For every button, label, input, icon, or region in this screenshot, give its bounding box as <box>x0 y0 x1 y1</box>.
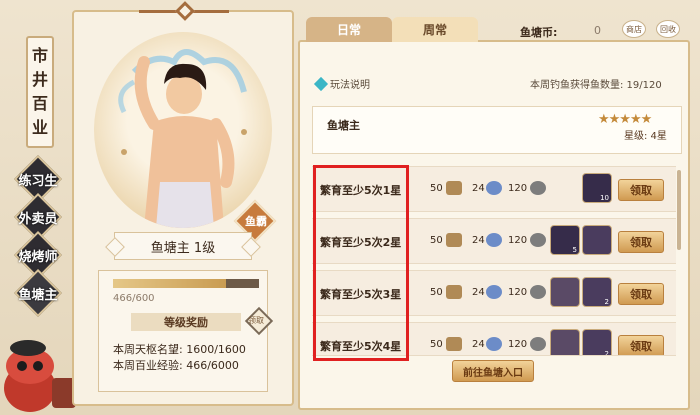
item-count: 2 <box>604 350 609 356</box>
blue-coin-icon <box>486 285 502 299</box>
claim-button[interactable]: 领取 <box>618 283 664 305</box>
nav-label: 烧烤师 <box>18 249 58 265</box>
character-portrait <box>94 32 272 228</box>
game-screen: 市 井 百 业 练习生 外卖员 烧烤师 鱼塘主 鱼霸 鱼塘主 1级 466/60… <box>0 0 700 415</box>
reward-item-bowl[interactable]: 2 <box>582 329 612 356</box>
tab-weekly[interactable]: 周常 <box>392 17 478 42</box>
star-rating: ★★★★★ <box>598 112 652 127</box>
wood-icon <box>446 285 462 299</box>
gray-coin-icon <box>530 233 546 247</box>
item-count: 10 <box>600 194 609 202</box>
scrollbar[interactable] <box>677 170 681 250</box>
item-count: 2 <box>604 298 609 306</box>
mascot-icon <box>4 340 76 412</box>
level-reward-button[interactable]: 等级奖励 <box>131 313 241 331</box>
nav-item-fishpond[interactable]: 鱼塘主 <box>8 268 68 318</box>
character-name-level: 鱼塘主 1级 <box>114 232 252 260</box>
reward-amount: 24 <box>472 235 485 246</box>
wood-icon <box>446 337 462 351</box>
exp-bar <box>113 279 259 288</box>
claim-button[interactable]: 领取 <box>618 231 664 253</box>
claim-check-text: 领取 <box>248 316 264 325</box>
reward-item-bowl[interactable]: 2 <box>582 277 612 307</box>
fishpond-coin-value: 0 <box>594 24 601 37</box>
stat-label: 本周百业经验: <box>113 359 183 372</box>
weekly-fish-count: 本周钓鱼获得鱼数量: 19/120 <box>530 80 662 91</box>
blue-coin-icon <box>486 181 502 195</box>
category-title: 市 井 百 业 <box>26 36 54 148</box>
reward-item-bowl[interactable] <box>582 225 612 255</box>
highlight-box <box>313 165 409 361</box>
stat-label: 本周天枢名望: <box>113 343 183 356</box>
stat-value: 1600/1600 <box>186 343 246 356</box>
wood-icon <box>446 233 462 247</box>
title-char: 百 <box>31 94 48 113</box>
title-char: 市 <box>31 46 48 65</box>
reward-item-crystal[interactable]: 5 <box>550 225 580 255</box>
owner-title: 鱼塘主 <box>327 119 360 132</box>
stat-row-fame: 本周天枢名望: 1600/1600 <box>113 341 246 357</box>
reward-amount: 120 <box>508 235 528 246</box>
title-char: 业 <box>31 118 48 137</box>
character-tag-text: 鱼霸 <box>245 215 267 228</box>
gray-coin-icon <box>530 337 546 351</box>
stat-row-exp: 本周百业经验: 466/6000 <box>113 357 239 373</box>
blue-coin-icon <box>486 233 502 247</box>
help-text: 玩法说明 <box>330 80 370 91</box>
nav-label: 练习生 <box>18 173 58 189</box>
claim-button[interactable]: 领取 <box>618 179 664 201</box>
stat-value: 466/6000 <box>186 359 239 372</box>
reward-amount: 24 <box>472 183 485 194</box>
nav-label: 鱼塘主 <box>18 287 58 303</box>
gray-coin-icon <box>530 181 546 195</box>
star-level-text: 星级: 4星 <box>624 131 667 142</box>
reward-item-gold[interactable] <box>550 277 580 307</box>
claim-button[interactable]: 领取 <box>618 335 664 355</box>
shop-button[interactable]: 商店 <box>622 20 646 38</box>
exp-text: 466/600 <box>113 293 155 304</box>
reward-amount: 50 <box>430 183 443 194</box>
nav-label: 外卖员 <box>18 211 58 227</box>
reward-amount: 120 <box>508 339 528 350</box>
go-fishpond-button[interactable]: 前往鱼塘入口 <box>452 360 534 382</box>
item-count: 5 <box>572 246 577 254</box>
wood-icon <box>446 181 462 195</box>
reward-amount: 24 <box>472 287 485 298</box>
title-char: 井 <box>31 70 48 89</box>
recycle-button[interactable]: 回收 <box>656 20 680 38</box>
reward-amount: 24 <box>472 339 485 350</box>
blue-coin-icon <box>486 337 502 351</box>
gem-icon <box>313 76 329 91</box>
reward-item-crystal[interactable]: 10 <box>582 173 612 203</box>
reward-amount: 50 <box>430 339 443 350</box>
reward-amount: 50 <box>430 287 443 298</box>
tab-daily[interactable]: 日常 <box>306 17 392 42</box>
help-link[interactable]: 玩法说明 <box>313 76 370 91</box>
reward-amount: 50 <box>430 235 443 246</box>
reward-item-gold[interactable] <box>550 329 580 355</box>
stats-panel: 466/600 等级奖励 领取 本周天枢名望: 1600/1600 本周百业经验… <box>98 270 274 392</box>
gray-coin-icon <box>530 285 546 299</box>
fishpond-coin-label: 鱼塘币: <box>520 26 558 39</box>
reward-amount: 120 <box>508 183 528 194</box>
reward-amount: 120 <box>508 287 528 298</box>
